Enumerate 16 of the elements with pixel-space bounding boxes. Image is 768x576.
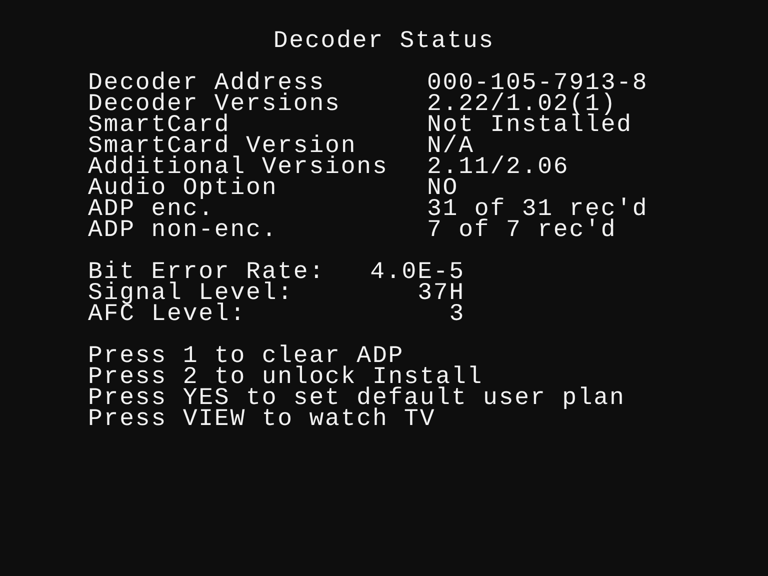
- field-value: Not Installed: [427, 115, 632, 136]
- signal-value: 37H: [416, 283, 465, 304]
- instruction-text: Press 2 to unlock Install: [88, 367, 484, 388]
- field-value: NO: [427, 178, 459, 199]
- field-value: 2.22/1.02(1): [427, 94, 617, 115]
- field-value: 2.11/2.06: [427, 157, 570, 178]
- instruction-text: Press VIEW to watch TV: [88, 409, 436, 430]
- instruction-text: Press YES to set default user plan: [88, 388, 626, 409]
- field-value: N/A: [427, 136, 474, 157]
- field-value: 7 of 7 rec'd: [427, 220, 617, 241]
- field-value: 000-105-7913-8: [427, 73, 648, 94]
- field-value: 31 of 31 rec'd: [427, 199, 648, 220]
- signal-value: 3: [448, 304, 465, 325]
- signal-value: 4.0E-5: [369, 262, 465, 283]
- instruction-text: Press 1 to clear ADP: [88, 346, 404, 367]
- screen-title: Decoder Status: [273, 28, 495, 55]
